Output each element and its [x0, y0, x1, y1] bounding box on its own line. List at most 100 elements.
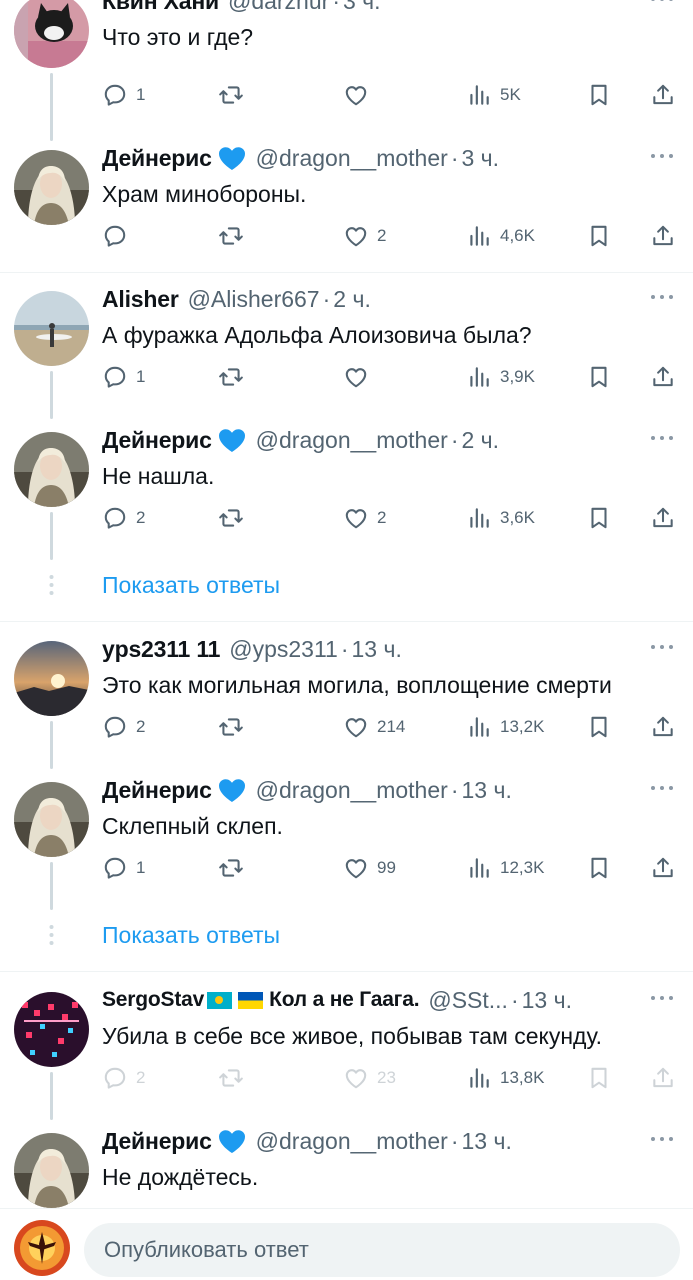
- author-name[interactable]: yps2311 11: [102, 636, 220, 663]
- my-avatar[interactable]: [14, 1220, 70, 1276]
- tweet-header: yps2311 11 @yps2311 · 13 ч.: [102, 631, 679, 667]
- timestamp[interactable]: 2 ч.: [333, 286, 371, 313]
- share-button[interactable]: [650, 216, 676, 256]
- timestamp[interactable]: 13 ч.: [522, 987, 572, 1014]
- show-replies-link[interactable]: Показать ответы: [0, 566, 693, 606]
- show-replies-label[interactable]: Показать ответы: [102, 922, 280, 949]
- views-button[interactable]: 5K: [466, 75, 521, 115]
- views-button[interactable]: 13,8K: [466, 1058, 544, 1098]
- author-name[interactable]: Дейнерис: [102, 145, 212, 172]
- share-button[interactable]: [650, 75, 676, 115]
- retweet-button[interactable]: [218, 75, 244, 115]
- like-button[interactable]: [343, 357, 377, 397]
- more-icon[interactable]: [649, 152, 675, 160]
- show-replies-label[interactable]: Показать ответы: [102, 572, 280, 599]
- like-button[interactable]: [343, 75, 377, 115]
- author-handle[interactable]: @dragon__mother: [256, 1128, 448, 1155]
- share-button[interactable]: [650, 357, 676, 397]
- reply-button[interactable]: 2: [102, 1058, 145, 1098]
- bookmark-button[interactable]: [586, 216, 612, 256]
- author-name[interactable]: Дейнерис: [102, 427, 212, 454]
- reply-count: 2: [136, 508, 146, 527]
- retweet-button[interactable]: [218, 848, 244, 888]
- author-handle[interactable]: @dragon__mother: [256, 145, 448, 172]
- more-icon[interactable]: [649, 434, 675, 442]
- timestamp[interactable]: 13 ч.: [461, 1128, 511, 1155]
- more-icon[interactable]: [649, 0, 675, 3]
- bookmark-button[interactable]: [586, 848, 612, 888]
- tweet[interactable]: Alisher @Alisher667 · 2 ч. А фуражка Адо…: [0, 281, 693, 421]
- avatar[interactable]: [14, 150, 89, 225]
- reply-button[interactable]: [102, 216, 136, 256]
- verified-heart-icon: [217, 145, 247, 172]
- timestamp[interactable]: 2 ч.: [461, 427, 499, 454]
- share-button[interactable]: [650, 707, 676, 747]
- tweet[interactable]: Квин Хани @darzhur · 3 ч. Что это и где?…: [0, 0, 693, 143]
- like-button[interactable]: 2: [343, 216, 386, 256]
- share-button[interactable]: [650, 498, 676, 538]
- tweet[interactable]: SergoStav Кол а не Гаага. @SSt... · 13 ч…: [0, 982, 693, 1122]
- timestamp[interactable]: 13 ч.: [352, 636, 402, 663]
- avatar[interactable]: [14, 1133, 89, 1208]
- views-button[interactable]: 3,9K: [466, 357, 535, 397]
- avatar[interactable]: [14, 432, 89, 507]
- timestamp[interactable]: 3 ч.: [343, 0, 381, 15]
- timestamp[interactable]: 3 ч.: [461, 145, 499, 172]
- bookmark-button[interactable]: [586, 498, 612, 538]
- views-button[interactable]: 3,6K: [466, 498, 535, 538]
- author-name[interactable]: Дейнерис: [102, 1128, 212, 1155]
- retweet-button[interactable]: [218, 498, 244, 538]
- show-replies-link[interactable]: Показать ответы: [0, 916, 693, 956]
- retweet-button[interactable]: [218, 216, 244, 256]
- avatar[interactable]: [14, 992, 89, 1067]
- bookmark-button[interactable]: [586, 707, 612, 747]
- tweet[interactable]: yps2311 11 @yps2311 · 13 ч. Это как моги…: [0, 631, 693, 771]
- retweet-button[interactable]: [218, 357, 244, 397]
- like-button[interactable]: 99: [343, 848, 396, 888]
- share-button[interactable]: [650, 1058, 676, 1098]
- like-button[interactable]: 214: [343, 707, 405, 747]
- bookmark-button[interactable]: [586, 1058, 612, 1098]
- timestamp[interactable]: 13 ч.: [461, 777, 511, 804]
- retweet-button[interactable]: [218, 1058, 244, 1098]
- reply-button[interactable]: 1: [102, 848, 145, 888]
- author-name[interactable]: Alisher: [102, 286, 179, 313]
- reply-button[interactable]: 1: [102, 357, 145, 397]
- avatar[interactable]: [14, 291, 89, 366]
- author-handle[interactable]: @dragon__mother: [256, 777, 448, 804]
- author-handle[interactable]: @darzhur: [228, 0, 329, 15]
- like-icon: [343, 1065, 369, 1091]
- author-handle[interactable]: @yps2311: [229, 636, 338, 663]
- avatar[interactable]: [14, 0, 89, 68]
- views-button[interactable]: 4,6K: [466, 216, 535, 256]
- more-icon[interactable]: [649, 293, 675, 301]
- like-button[interactable]: 2: [343, 498, 386, 538]
- views-button[interactable]: 13,2K: [466, 707, 544, 747]
- tweet[interactable]: Дейнерис @dragon__mother · 13 ч. Склепны…: [0, 772, 693, 912]
- more-icon[interactable]: [649, 1135, 675, 1143]
- more-icon[interactable]: [649, 784, 675, 792]
- reply-button[interactable]: 2: [102, 707, 145, 747]
- author-name[interactable]: Дейнерис: [102, 777, 212, 804]
- author-name[interactable]: SergoStav: [102, 988, 204, 1012]
- bookmark-button[interactable]: [586, 75, 612, 115]
- avatar[interactable]: [14, 641, 89, 716]
- avatar[interactable]: [14, 782, 89, 857]
- author-name[interactable]: Квин Хани: [102, 0, 219, 15]
- author-name-suffix[interactable]: Кол а не Гаага.: [269, 988, 419, 1012]
- bookmark-button[interactable]: [586, 357, 612, 397]
- retweet-button[interactable]: [218, 707, 244, 747]
- views-button[interactable]: 12,3K: [466, 848, 544, 888]
- author-handle[interactable]: @Alisher667: [188, 286, 320, 313]
- reply-input[interactable]: [84, 1223, 680, 1277]
- author-handle[interactable]: @dragon__mother: [256, 427, 448, 454]
- more-icon[interactable]: [649, 994, 675, 1002]
- more-icon[interactable]: [649, 643, 675, 651]
- tweet[interactable]: Дейнерис @dragon__mother · 3 ч. Храм мин…: [0, 140, 693, 270]
- share-button[interactable]: [650, 848, 676, 888]
- tweet[interactable]: Дейнерис @dragon__mother · 2 ч. Не нашла…: [0, 422, 693, 562]
- reply-button[interactable]: 2: [102, 498, 145, 538]
- like-button[interactable]: 23: [343, 1058, 396, 1098]
- reply-button[interactable]: 1: [102, 75, 145, 115]
- author-handle[interactable]: @SSt...: [428, 987, 508, 1014]
